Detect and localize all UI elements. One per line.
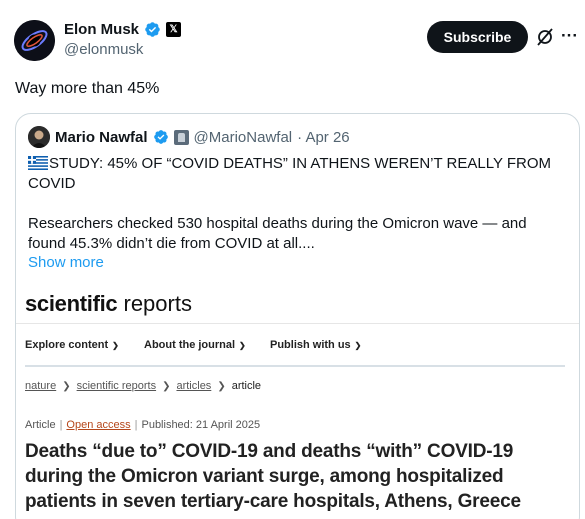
quoted-tweet-date: · Apr 26 — [297, 128, 350, 146]
breadcrumb-articles[interactable]: articles — [176, 380, 211, 392]
breadcrumb-article: article — [231, 380, 262, 392]
quoted-headline-text: STUDY: 45% OF “COVID DEATHS” IN ATHENS W… — [28, 155, 552, 192]
quoted-author-name: Mario Nawfal — [55, 128, 148, 146]
quoted-tweet-body: Researchers checked 530 hospital deaths … — [28, 215, 527, 252]
quoted-tweet-headline: STUDY: 45% OF “COVID DEATHS” IN ATHENS W… — [28, 154, 558, 194]
published-date: Published: 21 April 2025 — [141, 419, 261, 431]
quoted-author-handle: @MarioNawfal — [193, 128, 293, 146]
scientific-reports-logo: scientific reports — [25, 291, 192, 316]
quoted-tweet-header: Mario Nawfal @MarioNawfal · Apr 26 — [28, 126, 350, 148]
chevron-down-icon: ❯ — [239, 340, 246, 350]
more-options-icon[interactable]: ··· — [561, 26, 578, 46]
author-display-name[interactable]: Elon Musk — [64, 21, 139, 38]
breadcrumb-nature[interactable]: nature — [25, 380, 56, 392]
author-avatar[interactable] — [14, 20, 55, 61]
article-meta: Article | Open access | Published: 21 Ap… — [25, 419, 261, 431]
author-name-line: Elon Musk 𝕏 — [64, 21, 182, 38]
chevron-down-icon: ❯ — [354, 340, 362, 350]
article-title: Deaths “due to” COVID-19 and deaths “wit… — [25, 441, 521, 512]
nav-publish-with-us[interactable]: Publish with us ❯ — [270, 339, 361, 351]
quoted-affiliation-icon — [173, 129, 189, 145]
chevron-down-icon: ❯ — [112, 340, 119, 350]
greece-flag-icon — [28, 156, 48, 170]
grok-icon[interactable] — [536, 27, 554, 47]
tweet-text: Way more than 45% — [15, 80, 160, 97]
nav-divider — [25, 365, 565, 367]
subscribe-button[interactable]: Subscribe — [427, 21, 528, 53]
quoted-verified-badge-icon — [153, 129, 169, 145]
quoted-tweet[interactable]: Mario Nawfal @MarioNawfal · Apr 26 STUDY… — [15, 113, 580, 519]
breadcrumb-separator-icon: ❯ — [62, 380, 71, 392]
open-access-link[interactable]: Open access — [66, 419, 130, 431]
nav-explore-content[interactable]: Explore content ❯ — [25, 339, 119, 351]
show-more-link[interactable]: Show more — [28, 254, 104, 271]
author-handle[interactable]: @elonmusk — [64, 41, 143, 58]
x-affiliation-icon: 𝕏 — [166, 22, 182, 37]
nav-about-journal[interactable]: About the journal ❯ — [144, 339, 246, 351]
tweet-header: Elon Musk 𝕏 @elonmusk Subscribe ··· — [0, 0, 585, 72]
breadcrumb-separator-icon: ❯ — [162, 380, 171, 392]
quoted-author-avatar — [28, 126, 50, 148]
verified-badge-icon — [144, 21, 161, 38]
breadcrumb: nature ❯ scientific reports ❯ articles ❯… — [25, 380, 261, 392]
breadcrumb-scientific-reports[interactable]: scientific reports — [77, 380, 156, 392]
breadcrumb-separator-icon: ❯ — [217, 380, 226, 392]
journal-nav: Explore content ❯ About the journal ❯ Publ… — [16, 323, 579, 367]
article-type: Article — [25, 419, 56, 431]
